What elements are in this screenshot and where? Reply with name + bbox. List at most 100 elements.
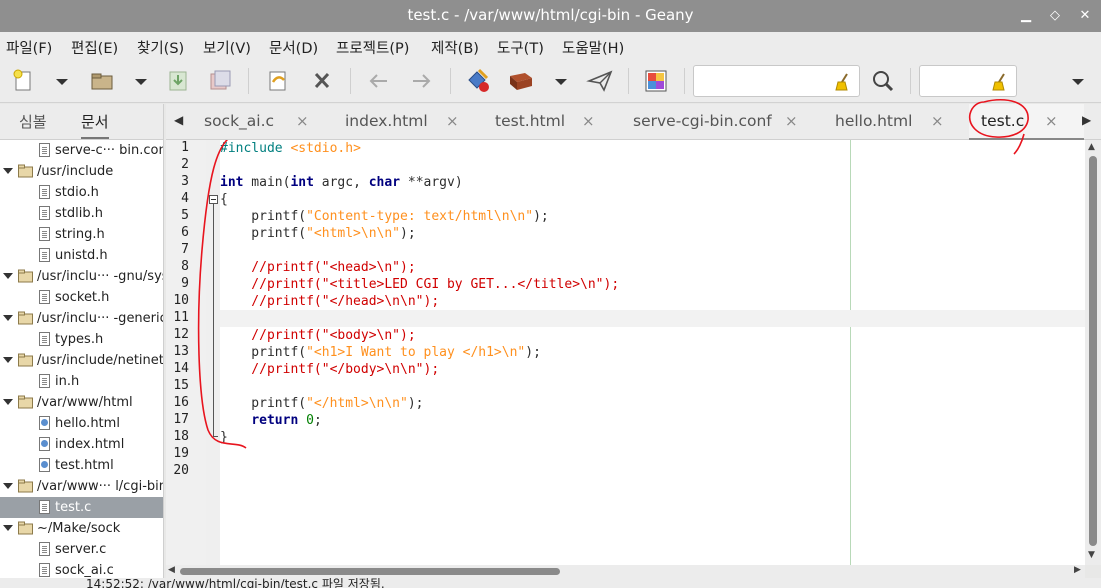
tab-close-icon[interactable]: ×	[296, 112, 309, 130]
tree-folder[interactable]: /usr/inclu··· -gnu/sys	[0, 266, 163, 287]
vertical-scroll-thumb[interactable]	[1089, 156, 1097, 546]
menu-search[interactable]: 찾기(S)	[137, 37, 184, 58]
tab-hello-html[interactable]: hello.html	[835, 112, 912, 130]
scroll-down-icon[interactable]: ▼	[1088, 550, 1095, 560]
expander-arrow-icon[interactable]	[2, 480, 14, 492]
tree-file[interactable]: stdio.h	[0, 182, 163, 203]
menu-view[interactable]: 보기(V)	[203, 37, 251, 58]
execute-icon[interactable]	[586, 68, 614, 94]
tree-file[interactable]: sock_ai.c	[0, 560, 163, 578]
clear-broom-icon[interactable]	[833, 72, 853, 92]
scroll-up-icon[interactable]: ▲	[1088, 142, 1095, 152]
toolbar-separator	[248, 68, 249, 94]
forward-arrow-icon[interactable]	[407, 68, 435, 94]
menu-file[interactable]: 파일(F)	[6, 37, 52, 58]
tree-file[interactable]: index.html	[0, 434, 163, 455]
folder-icon	[18, 395, 33, 409]
tab-close-icon[interactable]: ×	[785, 112, 798, 130]
back-arrow-icon[interactable]	[365, 68, 393, 94]
clear-broom-icon[interactable]	[990, 72, 1010, 92]
tree-file[interactable]: types.h	[0, 329, 163, 350]
window-titlebar: test.c - /var/www/html/cgi-bin - Geany ▁…	[0, 0, 1101, 32]
color-chooser-icon[interactable]	[642, 68, 670, 94]
goto-line-field[interactable]	[919, 65, 1017, 97]
tab-sock-ai[interactable]: sock_ai.c	[204, 112, 274, 130]
close-file-icon[interactable]	[308, 68, 336, 94]
tree-file-label: serve-c··· bin.conf	[55, 143, 163, 158]
tree-file[interactable]: hello.html	[0, 413, 163, 434]
toolbar-overflow-icon[interactable]	[1064, 68, 1092, 94]
tree-file-label: types.h	[55, 332, 104, 347]
tree-file[interactable]: string.h	[0, 224, 163, 245]
revert-icon[interactable]	[264, 68, 292, 94]
expander-arrow-icon[interactable]	[2, 354, 14, 366]
menu-build[interactable]: 제작(B)	[431, 37, 479, 58]
code-editor[interactable]: 1 2 3 4 5 6 7 8 9 10 11 12 13 14 15 16 17 18 19 20 #include…	[166, 140, 1085, 565]
save-icon[interactable]	[164, 68, 192, 94]
build-dropdown-icon[interactable]	[547, 68, 575, 94]
tree-file[interactable]: serve-c··· bin.conf	[0, 140, 163, 161]
tree-file[interactable]: test.html	[0, 455, 163, 476]
expander-arrow-icon[interactable]	[2, 522, 14, 534]
tree-folder[interactable]: /usr/include/netinet	[0, 350, 163, 371]
expander-arrow-icon[interactable]	[2, 270, 14, 282]
new-file-icon[interactable]	[10, 68, 38, 94]
tree-file-label: hello.html	[55, 416, 120, 431]
tab-close-icon[interactable]: ×	[582, 112, 595, 130]
open-file-dropdown-icon[interactable]	[127, 68, 155, 94]
toolbar-separator	[910, 68, 911, 94]
horizontal-scroll-thumb[interactable]	[180, 568, 560, 575]
search-icon[interactable]	[869, 68, 897, 94]
toolbar-separator	[628, 68, 629, 94]
red-circle-annotation	[968, 98, 1029, 155]
tab-close-icon[interactable]: ×	[446, 112, 459, 130]
horizontal-scrollbar[interactable]: ◀ ▶	[166, 565, 1085, 578]
tree-folder-label: /usr/inclu··· -generic	[37, 311, 163, 326]
scroll-left-icon[interactable]: ◀	[168, 565, 175, 575]
tree-folder[interactable]: /usr/include	[0, 161, 163, 182]
tree-file[interactable]: server.c	[0, 539, 163, 560]
tree-folder[interactable]: /var/www··· l/cgi-bin	[0, 476, 163, 497]
tab-documents[interactable]: 문서	[81, 111, 109, 139]
tree-folder[interactable]: ~/Make/sock	[0, 518, 163, 539]
search-field[interactable]	[693, 65, 860, 97]
expander-arrow-icon[interactable]	[2, 396, 14, 408]
tab-serve-cgi-bin-conf[interactable]: serve-cgi-bin.conf	[633, 112, 772, 130]
tree-folder[interactable]: /usr/inclu··· -generic	[0, 308, 163, 329]
menu-project[interactable]: 프로젝트(P)	[336, 37, 409, 58]
menu-document[interactable]: 문서(D)	[269, 37, 318, 58]
window-title: test.c - /var/www/html/cgi-bin - Geany	[407, 6, 694, 24]
save-all-icon[interactable]	[206, 68, 234, 94]
compile-icon[interactable]	[465, 68, 493, 94]
tree-file[interactable]: test.c	[0, 497, 163, 518]
menu-tools[interactable]: 도구(T)	[497, 37, 544, 58]
tree-file[interactable]: unistd.h	[0, 245, 163, 266]
expander-arrow-icon[interactable]	[2, 312, 14, 324]
tab-test-html[interactable]: test.html	[495, 112, 565, 130]
menu-help[interactable]: 도움말(H)	[562, 37, 624, 58]
tree-file[interactable]: socket.h	[0, 287, 163, 308]
scroll-right-icon[interactable]: ▶	[1074, 565, 1081, 575]
tab-scroll-right-icon[interactable]: ▶	[1082, 113, 1091, 127]
build-icon[interactable]	[507, 68, 535, 94]
expander-arrow-icon[interactable]	[2, 165, 14, 177]
tab-symbols[interactable]: 심볼	[19, 111, 47, 132]
tab-close-icon[interactable]: ×	[931, 112, 944, 130]
tree-file[interactable]: stdlib.h	[0, 203, 163, 224]
maximize-icon[interactable]: ◇	[1047, 8, 1063, 24]
open-file-icon[interactable]	[88, 68, 116, 94]
tree-folder[interactable]: /var/www/html	[0, 392, 163, 413]
html-file-icon	[39, 416, 50, 430]
close-icon[interactable]: ✕	[1077, 8, 1093, 24]
tab-index-html[interactable]: index.html	[345, 112, 428, 130]
menu-edit[interactable]: 편집(E)	[71, 37, 118, 58]
vertical-scrollbar[interactable]: ▲ ▼	[1085, 140, 1101, 565]
document-tabs: ◀ sock_ai.c × index.html × test.html × s…	[166, 104, 1101, 140]
tab-scroll-left-icon[interactable]: ◀	[174, 113, 183, 127]
minimize-icon[interactable]: ▁	[1018, 8, 1034, 24]
tab-close-icon[interactable]: ×	[1045, 112, 1058, 130]
tree-folder-label: /var/www/html	[37, 395, 133, 410]
status-message: 14:52:52: /var/www/html/cgi-bin/test.c 파…	[86, 578, 385, 588]
tree-file[interactable]: in.h	[0, 371, 163, 392]
new-file-dropdown-icon[interactable]	[48, 68, 76, 94]
